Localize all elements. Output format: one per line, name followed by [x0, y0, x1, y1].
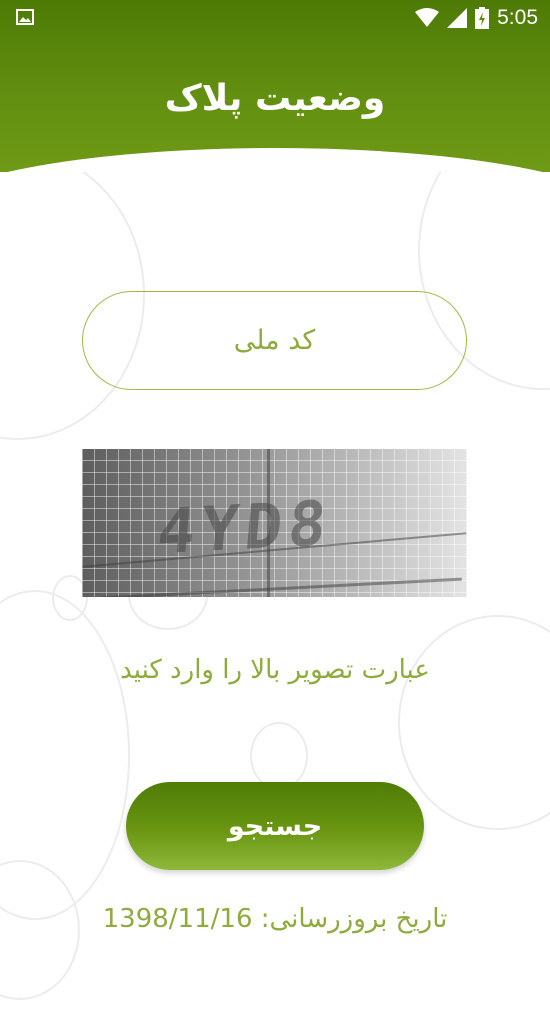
status-bar: 5:05: [0, 0, 550, 36]
decor-circle: [398, 615, 550, 830]
status-time: 5:05: [497, 6, 538, 29]
update-date-value: 1398/11/16: [102, 904, 253, 934]
signal-icon: [447, 8, 468, 28]
plate-status-screen: 5:05 وضعیت پلاک 4YD8 عبارت تصویر بالا را…: [0, 0, 550, 1024]
captcha-hint: عبارت تصویر بالا را وارد کنید: [120, 655, 430, 685]
captcha-text: 4YD8: [154, 486, 336, 569]
update-date-row: 1398/11/16 تاریخ بروزرسانی:: [0, 904, 550, 934]
battery-charging-icon: [475, 7, 490, 29]
update-date-label: تاریخ بروزرسانی:: [260, 904, 448, 934]
decor-circle: [250, 722, 308, 790]
header-curve: [0, 148, 550, 172]
page-title: وضعیت پلاک: [164, 78, 386, 119]
wifi-icon: [415, 8, 440, 27]
app-header: 5:05 وضعیت پلاک: [0, 0, 550, 172]
national-code-input[interactable]: [82, 291, 467, 390]
captcha-image: 4YD8: [82, 449, 467, 597]
image-notification-icon: [16, 9, 34, 25]
status-icons: 5:05: [415, 5, 538, 31]
search-button[interactable]: جستجو: [126, 782, 424, 870]
